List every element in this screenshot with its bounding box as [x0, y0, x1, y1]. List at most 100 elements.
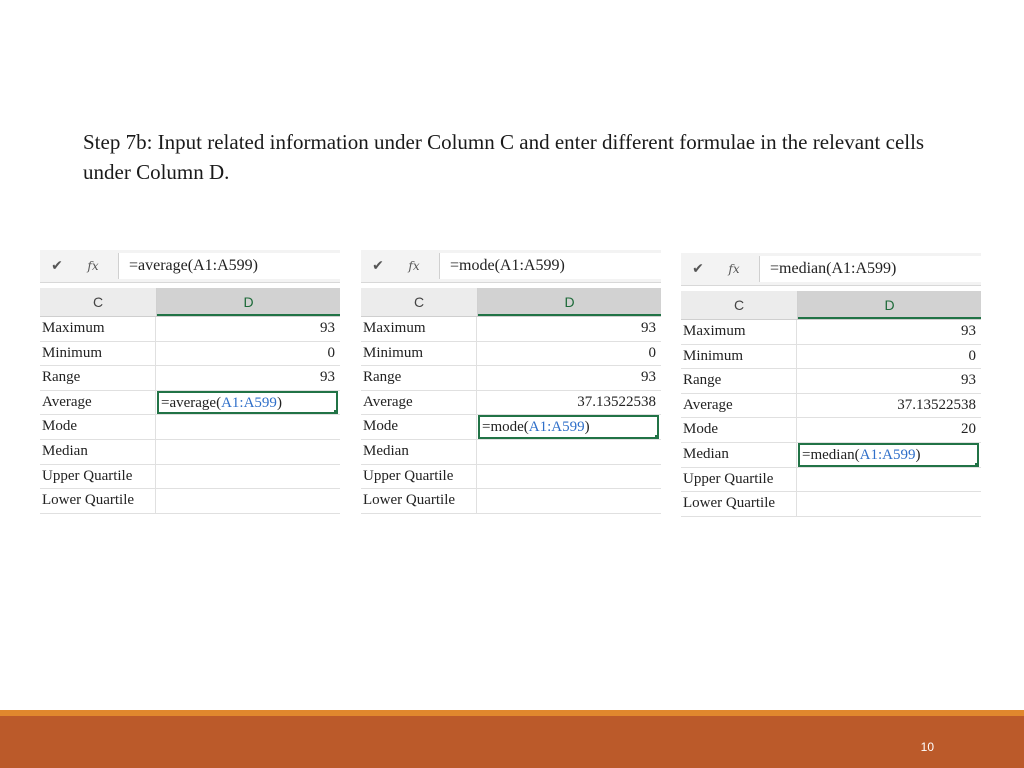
formula-input[interactable]: =median(A1:A599) [759, 256, 981, 282]
cell-c[interactable]: Maximum [361, 317, 477, 341]
spreadsheet-panel-average: ✔ fx =average(A1:A599) C D Maximum 93 Min… [40, 250, 340, 514]
cell-d[interactable]: 0 [157, 342, 337, 366]
table-row: Range 93 [40, 366, 340, 391]
fx-icon[interactable]: fx [725, 259, 743, 279]
table-row: Median [40, 439, 340, 465]
table-row: Upper Quartile [361, 464, 661, 490]
table-row: Minimum 0 [40, 341, 340, 367]
cell-c[interactable]: Minimum [40, 341, 156, 366]
cell-c[interactable]: Average [361, 390, 477, 415]
fill-handle[interactable] [974, 461, 977, 465]
cell-c[interactable]: Lower Quartile [40, 489, 156, 513]
column-header-c[interactable]: C [40, 288, 157, 316]
table-row: Mode [40, 415, 340, 440]
cell-c[interactable]: Average [40, 390, 156, 415]
cell-c[interactable]: Median [361, 439, 477, 464]
formula-range-ref: A1:A599 [221, 394, 277, 411]
formula-range-ref: A1:A599 [859, 446, 916, 463]
active-cell[interactable]: =mode(A1:A599) [478, 415, 659, 439]
cell-c[interactable]: Range [361, 366, 477, 390]
table-row: Median [361, 439, 661, 465]
cell-d[interactable] [157, 415, 337, 439]
table-row: Maximum 93 [681, 320, 981, 345]
fx-icon[interactable]: fx [405, 256, 423, 276]
cell-c[interactable]: Mode [40, 415, 156, 439]
rows: Maximum 93 Minimum 0 Range 93 Average 37.135… [681, 320, 981, 517]
table-row: Upper Quartile [681, 467, 981, 493]
cell-d[interactable]: 93 [798, 320, 978, 344]
table-row: Maximum 93 [361, 317, 661, 342]
cell-c[interactable]: Mode [681, 418, 797, 442]
cell-d[interactable]: 93 [798, 369, 978, 393]
active-cell[interactable]: =average(A1:A599) [157, 390, 338, 415]
footer-bar: 10 [0, 710, 1024, 768]
formula-prefix: =median( [802, 446, 860, 463]
column-header-d[interactable]: D [157, 288, 340, 316]
cell-d[interactable] [478, 489, 658, 513]
cell-c[interactable]: Median [681, 442, 797, 467]
table-row: Average =average(A1:A599) [40, 390, 340, 416]
cell-d[interactable] [478, 465, 658, 489]
cell-d[interactable]: 93 [478, 317, 658, 341]
column-header-c[interactable]: C [361, 288, 478, 316]
fill-handle[interactable] [333, 409, 336, 413]
formula-bar: ✔ fx =mode(A1:A599) [361, 250, 661, 283]
cell-c[interactable]: Minimum [681, 344, 797, 369]
spreadsheet-panel-mode: ✔ fx =mode(A1:A599) C D Maximum 93 Minimu… [361, 250, 661, 514]
check-icon[interactable]: ✔ [46, 256, 68, 276]
column-headers: C D [40, 288, 340, 317]
table-row: Lower Quartile [361, 489, 661, 514]
table-row: Maximum 93 [40, 317, 340, 342]
formula-input[interactable]: =average(A1:A599) [118, 253, 340, 279]
instruction-text: Step 7b: Input related information under… [83, 130, 925, 184]
column-header-c[interactable]: C [681, 291, 798, 319]
table-row: Minimum 0 [681, 344, 981, 370]
cell-c[interactable]: Upper Quartile [40, 464, 156, 489]
formula-input[interactable]: =mode(A1:A599) [439, 253, 661, 279]
column-header-d[interactable]: D [798, 291, 981, 319]
check-icon[interactable]: ✔ [687, 259, 709, 279]
column-headers: C D [361, 288, 661, 317]
formula-suffix: ) [915, 446, 921, 463]
cell-d[interactable]: 93 [157, 317, 337, 341]
column-header-d[interactable]: D [478, 288, 661, 316]
cell-c[interactable]: Lower Quartile [361, 489, 477, 513]
fill-handle[interactable] [654, 433, 657, 438]
cell-c[interactable]: Maximum [40, 317, 156, 341]
column-headers: C D [681, 291, 981, 320]
check-icon[interactable]: ✔ [367, 256, 389, 276]
cell-d[interactable]: 37.13522538 [478, 391, 658, 415]
cell-c[interactable]: Average [681, 393, 797, 418]
cell-d[interactable] [478, 440, 658, 464]
table-row: Average 37.13522538 [681, 393, 981, 419]
cell-d[interactable] [798, 492, 978, 516]
formula-prefix: =mode( [482, 419, 529, 436]
cell-d[interactable]: 0 [478, 342, 658, 366]
cell-c[interactable]: Range [40, 366, 156, 390]
active-cell[interactable]: =median(A1:A599) [798, 442, 979, 467]
cell-c[interactable]: Upper Quartile [681, 467, 797, 492]
cell-d[interactable]: 20 [798, 418, 978, 442]
cell-d[interactable] [157, 465, 337, 489]
table-row: Lower Quartile [40, 489, 340, 514]
cell-c[interactable]: Maximum [681, 320, 797, 344]
cell-d[interactable] [157, 489, 337, 513]
cell-c[interactable]: Mode [361, 415, 477, 439]
formula-prefix: =average( [161, 394, 222, 411]
cell-d[interactable] [157, 440, 337, 464]
page-number: 10 [920, 740, 934, 754]
cell-d[interactable]: 93 [157, 366, 337, 390]
fx-icon[interactable]: fx [84, 256, 102, 276]
formula-suffix: ) [584, 419, 590, 436]
cell-d[interactable]: 37.13522538 [798, 394, 978, 418]
cell-c[interactable]: Range [681, 369, 797, 393]
table-row: Mode =mode(A1:A599) [361, 415, 661, 440]
cell-d[interactable] [798, 468, 978, 492]
cell-c[interactable]: Minimum [361, 341, 477, 366]
cell-d[interactable]: 93 [478, 366, 658, 390]
cell-c[interactable]: Upper Quartile [361, 464, 477, 489]
cell-d[interactable]: 0 [798, 345, 978, 369]
formula-bar: ✔ fx =median(A1:A599) [681, 253, 981, 286]
cell-c[interactable]: Lower Quartile [681, 492, 797, 516]
cell-c[interactable]: Median [40, 439, 156, 464]
